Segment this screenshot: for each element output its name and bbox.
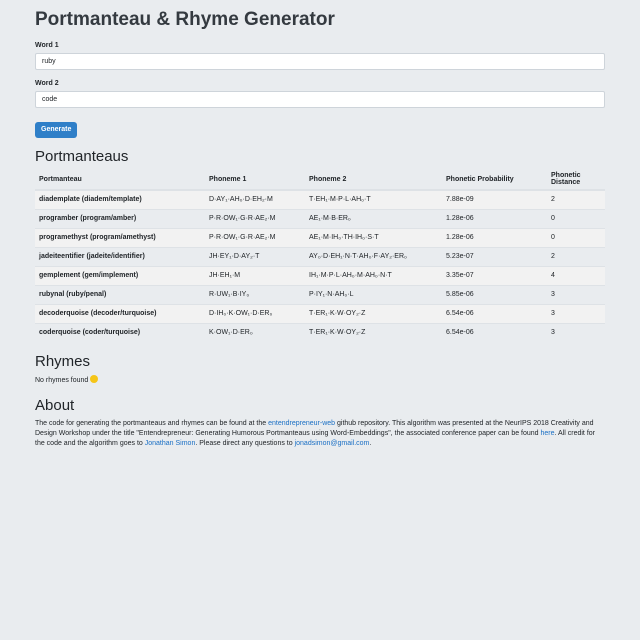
- table-row: rubynal (ruby/penal) R·UW₁·B·IY₀ P·IY₁·N·A…: [35, 284, 605, 304]
- about-text-4: . Please direct any questions to: [195, 439, 295, 447]
- table-row: jadeiteentifier (jadeite/identifier) JH·E…: [35, 246, 605, 266]
- word1-label: Word 1: [35, 42, 59, 49]
- repo-link[interactable]: entendrepreneur-web: [268, 420, 335, 427]
- portmanteaus-heading: Portmanteaus: [35, 147, 129, 165]
- word1-input[interactable]: ruby: [35, 53, 605, 70]
- about-paragraph: The code for generating the portmanteaus…: [35, 419, 605, 449]
- table-row: programethyst (program/amethyst) P·R·OW₁·…: [35, 227, 605, 247]
- phoneme2-cell: AY₀·D·EH₁·N·T·AH₀·F·AY₂·ER₀: [305, 246, 442, 266]
- table-row: gemplement (gem/implement) JH·EH₁·M IH₁·M·…: [35, 265, 605, 285]
- word2-label: Word 2: [35, 80, 59, 87]
- column-header-portmanteau: Portmanteau: [35, 169, 205, 191]
- column-header-phoneme2: Phoneme 2: [305, 169, 442, 191]
- phoneme1-cell: JH·EY₁·D·AY₂·T: [205, 246, 305, 266]
- page-title: Portmanteau & Rhyme Generator: [35, 9, 335, 30]
- phoneme2-cell: AE₁·M·B·ER₀: [305, 208, 442, 228]
- distance-cell: 2: [547, 189, 605, 209]
- probability-cell: 6.54e-06: [442, 322, 547, 342]
- table-row: decoderquoise (decoder/turquoise) D·IH₀·K…: [35, 303, 605, 323]
- portmanteau-cell: programber (program/amber): [35, 208, 205, 228]
- rhymes-empty-text: No rhymes found: [35, 376, 89, 384]
- email-link[interactable]: jonadsimon@gmail.com: [295, 440, 370, 447]
- phoneme1-cell: D·IH₀·K·OW₁·D·ER₀: [205, 303, 305, 323]
- distance-cell: 3: [547, 284, 605, 304]
- probability-cell: 5.23e-07: [442, 246, 547, 266]
- table-row: programber (program/amber) P·R·OW₁·G·R·AE…: [35, 208, 605, 228]
- phoneme2-cell: IH₁·M·P·L·AH₀·M·AH₀·N·T: [305, 265, 442, 285]
- probability-cell: 7.88e-09: [442, 189, 547, 209]
- distance-cell: 3: [547, 322, 605, 342]
- rhymes-heading: Rhymes: [35, 352, 91, 370]
- portmanteau-cell: diadem​plate (diadem/template): [35, 189, 205, 209]
- rhymes-empty-message: No rhymes found: [35, 374, 605, 386]
- table-row: coderquoise (coder/turquoise) K·OW₁·D·ER₀…: [35, 322, 605, 342]
- phoneme2-cell: T·ER₁·K·W·OY₂·Z: [305, 303, 442, 323]
- word2-input[interactable]: code: [35, 91, 605, 108]
- distance-cell: 0: [547, 227, 605, 247]
- distance-cell: 2: [547, 246, 605, 266]
- smiley-face-icon: [90, 374, 99, 383]
- generate-button[interactable]: Generate: [35, 121, 78, 138]
- portmanteau-cell: programethyst (program/amethyst): [35, 227, 205, 247]
- probability-cell: 3.35e-07: [442, 265, 547, 285]
- paper-link[interactable]: here: [541, 430, 555, 437]
- table-header-row: Portmanteau Phoneme 1 Phoneme 2 Phonetic…: [35, 169, 605, 191]
- phoneme2-cell: P·IY₁·N·AH₀·L: [305, 284, 442, 304]
- probability-cell: 1.28e-06: [442, 208, 547, 228]
- distance-cell: 0: [547, 208, 605, 228]
- phoneme2-cell: T·EH₁·M·P·L·AH₀·T: [305, 189, 442, 209]
- phoneme1-cell: R·UW₁·B·IY₀: [205, 284, 305, 304]
- probability-cell: 1.28e-06: [442, 227, 547, 247]
- about-text-1: The code for generating the portmanteaus…: [35, 419, 269, 427]
- phoneme1-cell: P·R·OW₁·G·R·AE₂·M: [205, 208, 305, 228]
- author-link[interactable]: Jonathan Simon: [145, 440, 196, 447]
- page-container: Portmanteau & Rhyme Generator Word 1 rub…: [0, 0, 640, 449]
- about-text-5: .: [369, 439, 372, 447]
- portmanteau-cell: rubynal (ruby/penal): [35, 284, 205, 304]
- portmanteaus-table: Portmanteau Phoneme 1 Phoneme 2 Phonetic…: [35, 169, 605, 342]
- phoneme1-cell: P·R·OW₁·G·R·AE₂·M: [205, 227, 305, 247]
- portmanteau-cell: jadeiteentifier (jadeite/identifier): [35, 246, 205, 266]
- portmanteau-cell: decoderquoise (decoder/turquoise): [35, 303, 205, 323]
- distance-cell: 4: [547, 265, 605, 285]
- distance-cell: 3: [547, 303, 605, 323]
- column-header-distance: Phonetic Distance: [547, 169, 605, 191]
- portmanteau-cell: coderquoise (coder/turquoise): [35, 322, 205, 342]
- portmanteau-cell: gemplement (gem/implement): [35, 265, 205, 285]
- phoneme1-cell: JH·EH₁·M: [205, 265, 305, 285]
- column-header-probability: Phonetic Probability: [442, 169, 547, 191]
- probability-cell: 6.54e-06: [442, 303, 547, 323]
- phoneme1-cell: K·OW₁·D·ER₀: [205, 322, 305, 342]
- column-header-phoneme1: Phoneme 1: [205, 169, 305, 191]
- phoneme2-cell: T·ER₁·K·W·OY₂·Z: [305, 322, 442, 342]
- phoneme1-cell: D·AY₁·AH₀·D·EH₂·M: [205, 189, 305, 209]
- phoneme2-cell: AE₁·M·IH₀·TH·IH₀·S·T: [305, 227, 442, 247]
- probability-cell: 5.85e-06: [442, 284, 547, 304]
- table-row: diadem​plate (diadem/template) D·AY₁·AH₀·…: [35, 189, 605, 209]
- about-heading: About: [35, 396, 75, 414]
